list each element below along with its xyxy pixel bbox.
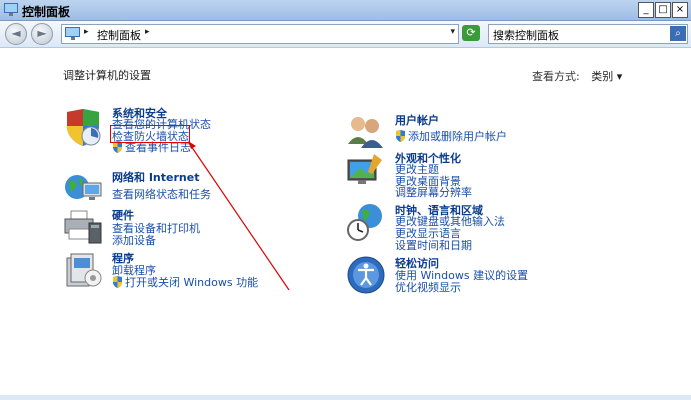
category-hardware: 硬件 查看设备和打印机 添加设备: [63, 207, 243, 247]
link-optimize-video-display[interactable]: 优化视频显示: [395, 279, 461, 295]
link-set-time-date[interactable]: 设置时间和日期: [395, 237, 472, 253]
clock-globe-icon[interactable]: [346, 202, 386, 242]
back-button[interactable]: ◄: [5, 23, 27, 45]
window-title: 控制面板: [22, 5, 71, 19]
address-dropdown-icon[interactable]: ▾: [450, 27, 455, 37]
control-panel-icon: [65, 27, 80, 40]
annotation-highlight-box: [110, 125, 190, 143]
link-view-network-status[interactable]: 查看网络状态和任务: [112, 186, 211, 202]
forward-button[interactable]: ►: [31, 23, 53, 45]
page-heading: 调整计算机的设置: [63, 69, 151, 82]
refresh-icon: ⟳: [466, 26, 476, 39]
search-box[interactable]: 搜索控制面板 ⌕: [488, 24, 688, 44]
link-add-device[interactable]: 添加设备: [112, 232, 156, 248]
link-add-remove-accounts-label: 添加或删除用户帐户: [408, 130, 507, 143]
category-network-internet: 网络和 Internet 查看网络状态和任务: [63, 169, 243, 204]
search-input[interactable]: 搜索控制面板: [493, 27, 559, 43]
uac-shield-icon: [113, 276, 122, 288]
category-user-accounts: 用户帐户 添加或删除用户帐户: [346, 112, 546, 148]
link-adjust-resolution[interactable]: 调整屏幕分辨率: [395, 184, 472, 200]
link-add-remove-accounts[interactable]: 添加或删除用户帐户: [395, 128, 507, 144]
printer-icon[interactable]: [63, 207, 103, 247]
view-by: 查看方式: 类别 ▾: [532, 68, 622, 84]
appearance-monitor-icon[interactable]: [346, 150, 386, 190]
category-clock-language-region: 时钟、语言和区域 更改键盘或其他输入法 更改显示语言 设置时间和日期: [346, 202, 546, 253]
minimize-button[interactable]: _: [638, 2, 654, 18]
breadcrumb-separator[interactable]: ▸: [145, 27, 150, 37]
programs-icon[interactable]: [63, 250, 103, 290]
address-bar[interactable]: ▸ 控制面板 ▸ ▾: [61, 24, 459, 44]
link-windows-features[interactable]: 打开或关闭 Windows 功能: [112, 274, 258, 290]
category-title[interactable]: 网络和 Internet: [112, 169, 199, 185]
close-button[interactable]: ×: [672, 2, 688, 18]
breadcrumb-control-panel[interactable]: 控制面板: [97, 27, 141, 43]
security-shield-icon[interactable]: [63, 108, 103, 148]
category-ease-of-access: 轻松访问 使用 Windows 建议的设置 优化视频显示: [346, 255, 546, 295]
status-bar: [0, 395, 691, 400]
control-panel-icon: [4, 3, 18, 16]
category-programs: 程序 卸载程序 打开或关闭 Windows 功能: [63, 250, 263, 290]
uac-shield-icon: [396, 130, 405, 142]
search-icon[interactable]: ⌕: [670, 26, 686, 41]
link-windows-features-label: 打开或关闭 Windows 功能: [125, 276, 259, 289]
title-bar: 控制面板 _ □ ×: [0, 0, 691, 21]
ease-of-access-icon[interactable]: [346, 255, 386, 295]
view-by-select[interactable]: 类别 ▾: [591, 70, 622, 83]
network-globe-icon[interactable]: [63, 169, 103, 209]
category-appearance: 外观和个性化 更改主题 更改桌面背景 调整屏幕分辨率: [346, 150, 546, 200]
category-title[interactable]: 用户帐户: [395, 112, 439, 128]
breadcrumb-separator[interactable]: ▸: [84, 27, 89, 37]
users-icon[interactable]: [346, 112, 386, 152]
refresh-button[interactable]: ⟳: [462, 25, 480, 41]
maximize-button[interactable]: □: [655, 2, 671, 18]
navigation-bar: ◄ ► ▸ 控制面板 ▸ ▾ ⟳ 搜索控制面板 ⌕: [0, 21, 691, 48]
view-by-label: 查看方式:: [532, 70, 580, 83]
